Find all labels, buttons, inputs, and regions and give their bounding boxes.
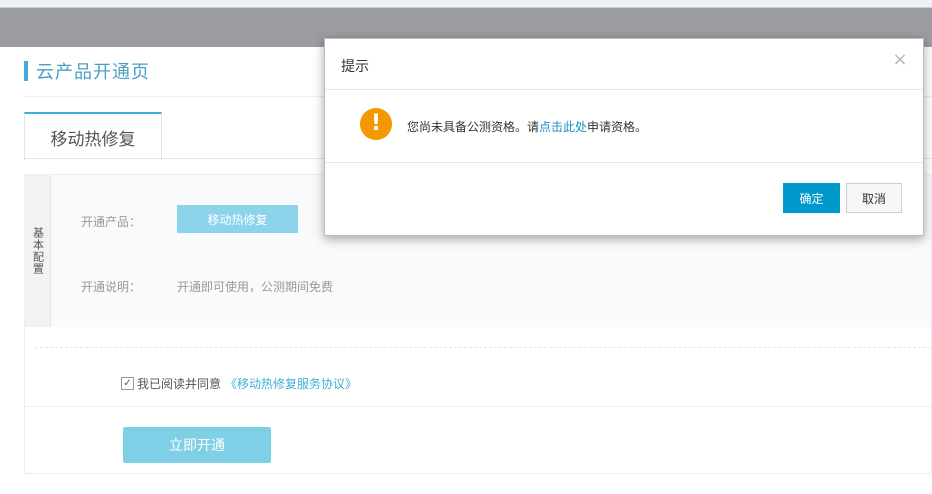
title-accent-bar [24,61,28,81]
warning-icon: ! [360,108,392,140]
description-label: 开通说明： [81,280,142,294]
dashed-divider [35,347,931,348]
agreement-link[interactable]: 《移动热修复服务协议》 [225,375,357,392]
section-side-label: 基本配置 [25,175,51,327]
browser-top-strip [0,0,932,8]
page-title-bar: 云产品开通页 [24,60,150,83]
agreement-row: ✓ 我已阅读并同意 《移动热修复服务协议》 [121,375,357,392]
dialog-message: 您尚未具备公测资格。请点击此处申请资格。 [407,118,647,135]
message-prefix: 您尚未具备公测资格。请 [407,120,540,134]
confirm-button[interactable]: 确定 [783,183,840,213]
agree-text: 我已阅读并同意 [137,377,222,391]
product-tag[interactable]: 移动热修复 [177,205,298,233]
notice-dialog: 提示 × ! 您尚未具备公测资格。请点击此处申请资格。 确定 取消 [324,38,924,236]
product-label: 开通产品： [81,215,142,229]
agreement-divider [25,406,931,407]
close-icon[interactable]: × [891,51,909,69]
dialog-header: 提示 × [325,39,923,90]
apply-qualification-link[interactable]: 点击此处 [539,120,587,134]
agree-checkbox[interactable]: ✓ [121,377,134,390]
activate-now-button[interactable]: 立即开通 [123,427,271,463]
dialog-title: 提示 [341,59,369,75]
cancel-button[interactable]: 取消 [846,183,902,213]
tab-mobile-hotfix[interactable]: 移动热修复 [24,112,162,160]
description-value: 开通即可使用，公测期间免费 [177,280,334,294]
page-title: 云产品开通页 [36,62,150,83]
dialog-body: ! 您尚未具备公测资格。请点击此处申请资格。 [325,90,923,163]
section-label-text: 基本配置 [31,227,45,275]
message-suffix: 申请资格。 [587,120,648,134]
